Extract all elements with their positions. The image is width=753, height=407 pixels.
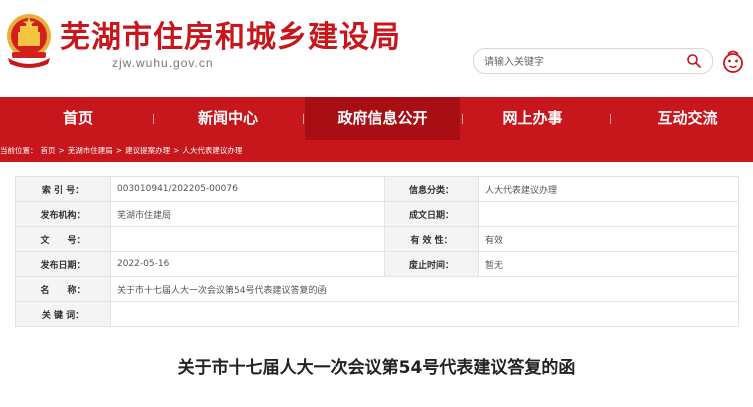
validity-label: 有 效 性：: [384, 226, 479, 252]
index-no-value: 003010941/202205-00076: [110, 176, 385, 202]
nav-item-interaction[interactable]: 互动交流: [630, 97, 745, 140]
keywords-label: 关 键 词：: [15, 301, 111, 327]
category-label: 信息分类：: [384, 176, 479, 202]
main-nav: 首页 新闻中心 政府信息公开 网上办事 互动交流: [0, 97, 753, 140]
name-label: 名 称：: [15, 276, 111, 302]
breadcrumb-separator: >: [173, 146, 180, 155]
breadcrumb-link-npc-suggestions[interactable]: 人大代表建议办理: [182, 146, 242, 155]
created-date-value: [478, 201, 739, 227]
document-info-table: 索 引 号： 003010941/202205-00076 信息分类： 人大代表…: [15, 176, 739, 327]
breadcrumb-link-home[interactable]: 首页: [41, 146, 56, 155]
index-no-label: 索 引 号：: [15, 176, 111, 202]
nav-item-online-service[interactable]: 网上办事: [475, 97, 590, 140]
search-icon[interactable]: [686, 53, 702, 69]
nav-divider: [303, 114, 304, 124]
name-value: 关于市十七届人大一次会议第54号代表建议答复的函: [110, 276, 739, 302]
site-domain: zjw.wuhu.gov.cn: [112, 56, 214, 70]
nav-item-home[interactable]: 首页: [23, 97, 133, 140]
breadcrumb-prefix: 当前位置：: [0, 146, 38, 155]
table-row: 文 号： 有 效 性： 有效: [15, 226, 739, 252]
category-value: 人大代表建议办理: [478, 176, 739, 202]
table-row: 发布日期： 2022-05-16 废止时间： 暂无: [15, 251, 739, 277]
keywords-value: [110, 301, 739, 327]
publisher-label: 发布机构：: [15, 201, 111, 227]
search-box[interactable]: [473, 48, 713, 74]
publish-date-label: 发布日期：: [15, 251, 111, 277]
nav-item-news[interactable]: 新闻中心: [173, 97, 283, 140]
breadcrumb: 当前位置： 首页 > 芜湖市住建局 > 建议提案办理 > 人大代表建议办理: [0, 140, 753, 162]
nav-divider: [462, 114, 463, 124]
nav-item-gov-info[interactable]: 政府信息公开: [305, 97, 460, 140]
table-row: 关 键 词：: [15, 301, 739, 327]
elderly-mode-icon[interactable]: [720, 48, 746, 74]
nav-divider: [153, 114, 154, 124]
doc-no-label: 文 号：: [15, 226, 111, 252]
breadcrumb-separator: >: [115, 146, 123, 155]
nav-divider: [610, 114, 611, 124]
repeal-time-value: 暂无: [478, 251, 739, 277]
search-input[interactable]: [482, 52, 676, 72]
breadcrumb-link-bureau[interactable]: 芜湖市住建局: [68, 146, 113, 155]
site-title: 芜湖市住房和城乡建设局: [60, 20, 401, 55]
validity-value: 有效: [478, 226, 739, 252]
created-date-label: 成文日期：: [384, 201, 479, 227]
table-row: 名 称： 关于市十七届人大一次会议第54号代表建议答复的函: [15, 276, 739, 302]
publisher-value: 芜湖市住建局: [110, 201, 385, 227]
repeal-time-label: 废止时间：: [384, 251, 479, 277]
doc-no-value: [110, 226, 385, 252]
site-header: 芜湖市住房和城乡建设局 zjw.wuhu.gov.cn: [0, 0, 753, 97]
table-row: 索 引 号： 003010941/202205-00076 信息分类： 人大代表…: [15, 176, 739, 202]
national-emblem-icon: [7, 14, 51, 68]
publish-date-value: 2022-05-16: [110, 251, 385, 277]
document-title: 关于市十七届人大一次会议第54号代表建议答复的函: [177, 358, 576, 378]
breadcrumb-separator: >: [58, 146, 65, 155]
table-row: 发布机构： 芜湖市住建局 成文日期：: [15, 201, 739, 227]
breadcrumb-link-proposals[interactable]: 建议提案办理: [125, 146, 170, 155]
